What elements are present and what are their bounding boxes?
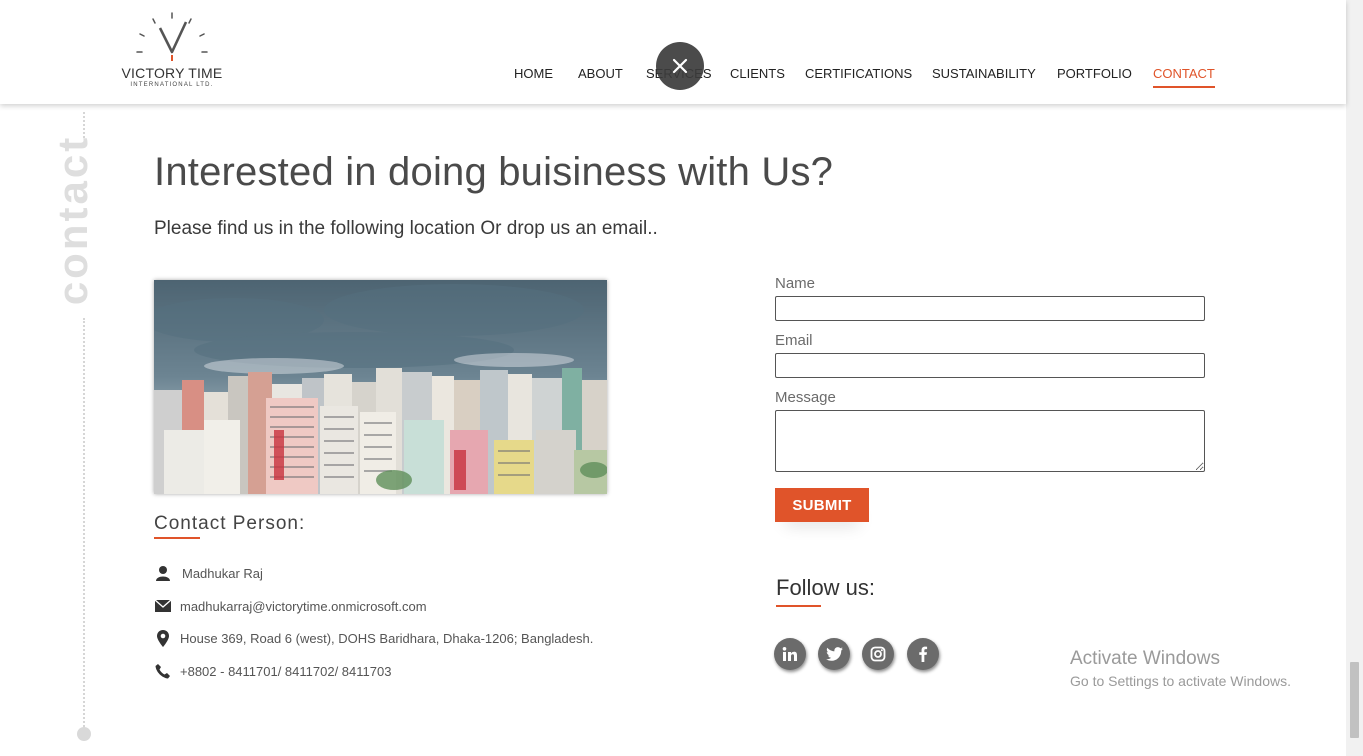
facebook-icon (919, 646, 928, 662)
contact-name: Madhukar Raj (182, 565, 263, 581)
page-subheading: Please find us in the following location… (154, 218, 658, 239)
city-skyline-image (154, 280, 607, 494)
envelope-icon (154, 597, 172, 615)
side-dot (77, 727, 91, 741)
twitter-button[interactable] (818, 638, 850, 670)
contact-address: House 369, Road 6 (west), DOHS Baridhara… (180, 630, 594, 646)
brand-name: VICTORY TIME (121, 65, 223, 81)
name-input[interactable] (775, 296, 1205, 321)
side-dotted-line (83, 318, 85, 730)
nav-certifications[interactable]: CERTIFICATIONS (805, 66, 912, 81)
instagram-button[interactable] (862, 638, 894, 670)
brand-tagline: INTERNATIONAL LTD. (130, 82, 214, 88)
contact-phone: +8802 - 8411701/ 8411702/ 8411703 (180, 663, 392, 679)
message-label: Message (775, 389, 836, 406)
contact-title-underline (154, 537, 200, 539)
nav-home[interactable]: HOME (514, 66, 553, 81)
contact-address-row: House 369, Road 6 (west), DOHS Baridhara… (154, 628, 593, 648)
nav-sustainability[interactable]: SUSTAINABILITY (932, 66, 1036, 81)
email-input[interactable] (775, 353, 1205, 378)
activation-subtitle: Go to Settings to activate Windows. (1070, 673, 1291, 689)
facebook-button[interactable] (907, 638, 939, 670)
message-textarea[interactable] (775, 410, 1205, 472)
linkedin-button[interactable] (774, 638, 806, 670)
contact-phone-row: +8802 - 8411701/ 8411702/ 8411703 (154, 661, 391, 681)
contact-person-title: Contact Person: (154, 513, 306, 534)
nav-contact[interactable]: CONTACT (1153, 66, 1215, 81)
follow-title-underline (776, 605, 821, 607)
linkedin-icon (782, 647, 797, 661)
scrollbar-thumb[interactable] (1350, 662, 1359, 738)
section-side-label: contact (48, 120, 98, 320)
nav-clients[interactable]: CLIENTS (730, 66, 785, 81)
contact-name-row: Madhukar Raj (154, 563, 263, 583)
contact-email-link[interactable]: madhukarraj@victorytime.onmicrosoft.com (180, 599, 427, 614)
nav-portfolio[interactable]: PORTFOLIO (1057, 66, 1132, 81)
close-icon (672, 58, 688, 74)
twitter-icon (825, 647, 843, 661)
contact-email-row: madhukarraj@victorytime.onmicrosoft.com (154, 596, 427, 616)
phone-icon (154, 662, 172, 680)
nav-about[interactable]: ABOUT (578, 66, 623, 81)
brand-logo[interactable]: VICTORY TIME INTERNATIONAL LTD. (113, 10, 231, 90)
page-scrollbar[interactable] (1346, 0, 1363, 756)
section-side-label-text: contact (49, 134, 96, 306)
map-pin-icon (154, 629, 172, 647)
page-heading: Interested in doing buisiness with Us? (154, 150, 834, 194)
nav-active-underline (1153, 86, 1215, 88)
email-label: Email (775, 332, 813, 349)
activation-title: Activate Windows (1070, 648, 1220, 669)
person-icon (154, 564, 172, 582)
close-button[interactable] (656, 42, 704, 90)
submit-button[interactable]: SUBMIT (775, 488, 869, 522)
instagram-icon (870, 646, 886, 662)
clock-logo-icon (136, 12, 208, 61)
windows-activation-watermark: Activate Windows Go to Settings to activ… (1070, 648, 1291, 689)
follow-us-title: Follow us: (776, 575, 876, 600)
name-label: Name (775, 275, 816, 292)
